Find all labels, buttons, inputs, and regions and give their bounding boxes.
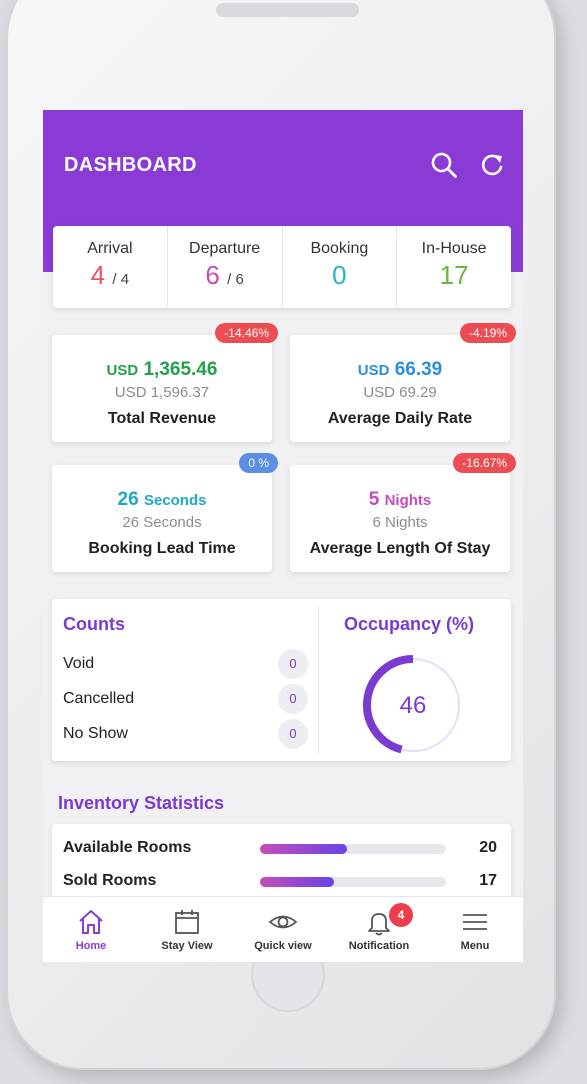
nav-notification[interactable]: 4 Notification [331,897,427,962]
count-value: 0 [278,719,308,749]
summary-booking[interactable]: Booking 0 [283,226,398,308]
metric-label: Total Revenue [107,410,217,427]
inventory-title: Inventory Statistics [58,793,225,813]
inventory-label: Available Rooms [63,839,192,856]
metric-unit: USD [357,362,390,379]
summary-value: 17 [439,260,469,290]
nav-label: Menu [460,940,490,952]
metric-value: 1,365.46 [143,359,218,380]
change-badge: -16.67% [453,453,516,473]
metric-value: 66.39 [394,359,443,380]
summary-total: / 6 [227,271,244,288]
count-row-void[interactable]: Void 0 [63,649,308,679]
summary-total: / 4 [112,271,130,288]
inventory-row-available: Available Rooms 20 [63,838,503,860]
summary-value: 4 [90,260,106,290]
bottom-nav: Home Stay View Quick view 4 Notification… [43,896,523,962]
summary-label: Booking [310,240,369,257]
metric-previous: USD 1,596.37 [114,384,210,401]
inventory-label: Sold Rooms [63,872,157,889]
inventory-card: Available Rooms 20 Sold Rooms 17 [52,824,511,904]
counts-occupancy-card: Counts Void 0 Cancelled 0 No Show 0 Occu… [52,599,511,761]
metric-unit: Seconds [143,492,207,509]
metric-value: 5 [368,489,380,510]
app-screen: DASHBOARD Arrival 4 / 4 Departure 6 / 6 … [43,110,523,962]
summary-label: Departure [189,240,261,257]
summary-label: Arrival [87,240,133,257]
inventory-bar [260,877,446,887]
calendar-icon [175,910,199,934]
metric-previous: 6 Nights [372,514,428,531]
inventory-value: 17 [479,872,497,889]
count-label: No Show [63,725,128,742]
summary-arrival[interactable]: Arrival 4 / 4 [53,226,168,308]
nav-label: Home [75,940,107,952]
home-icon [79,910,103,934]
metric-label: Average Length Of Stay [309,540,491,557]
inventory-bar [260,844,446,854]
refresh-icon[interactable] [477,150,507,180]
metric-value: 26 [117,489,139,510]
card-divider [318,607,319,753]
menu-icon [463,914,487,930]
counts-title: Counts [63,614,125,634]
summary-departure[interactable]: Departure 6 / 6 [168,226,283,308]
metric-average-daily-rate[interactable]: -4.19% USD 66.39 USD 69.29 Average Daily… [290,323,516,442]
summary-value: 6 [205,260,220,290]
nav-stay-view[interactable]: Stay View [139,897,235,962]
change-badge: -4.19% [459,323,516,343]
metric-previous: 26 Seconds [122,514,202,531]
nav-label: Quick view [254,940,312,952]
metric-previous: USD 69.29 [363,384,437,401]
change-badge: -14.46% [215,323,278,343]
nav-label: Notification [348,940,410,952]
metric-average-length-of-stay[interactable]: -16.67% 5 Nights 6 Nights Average Length… [290,453,516,572]
phone-speaker [216,3,359,17]
metric-unit: USD [106,362,139,379]
occupancy-gauge: 46 [363,655,460,754]
count-label: Cancelled [63,690,135,707]
summary-in-house[interactable]: In-House 17 [397,226,511,308]
change-badge: 0 % [239,453,278,473]
count-label: Void [63,655,95,672]
summary-label: In-House [421,240,487,257]
metric-booking-lead-time[interactable]: 0 % 26 Seconds 26 Seconds Booking Lead T… [52,453,278,572]
count-value: 0 [278,649,308,679]
notification-badge: 4 [389,903,413,927]
metric-label: Average Daily Rate [327,410,473,427]
summary-value: 0 [332,260,347,290]
inventory-row-sold: Sold Rooms 17 [63,871,503,893]
nav-menu[interactable]: Menu [427,897,523,962]
summary-card: Arrival 4 / 4 Departure 6 / 6 Booking 0 … [53,226,511,308]
occupancy-value: 46 [400,692,427,719]
metric-unit: Nights [384,492,432,509]
occupancy-title: Occupancy (%) [344,614,475,634]
count-value: 0 [278,684,308,714]
nav-quick-view[interactable]: Quick view [235,897,331,962]
inventory-value: 20 [479,839,497,856]
inventory-bar-fill [260,877,335,887]
eye-icon [268,915,298,929]
nav-label: Stay View [161,940,213,952]
count-row-cancelled[interactable]: Cancelled 0 [63,684,308,714]
metric-label: Booking Lead Time [88,540,236,557]
nav-home[interactable]: Home [43,897,139,962]
page-title: DASHBOARD [64,154,197,176]
count-row-no-show[interactable]: No Show 0 [63,719,308,749]
inventory-bar-fill [260,844,348,854]
search-icon[interactable] [429,150,459,180]
metric-total-revenue[interactable]: -14.46% USD 1,365.46 USD 1,596.37 Total … [52,323,278,442]
